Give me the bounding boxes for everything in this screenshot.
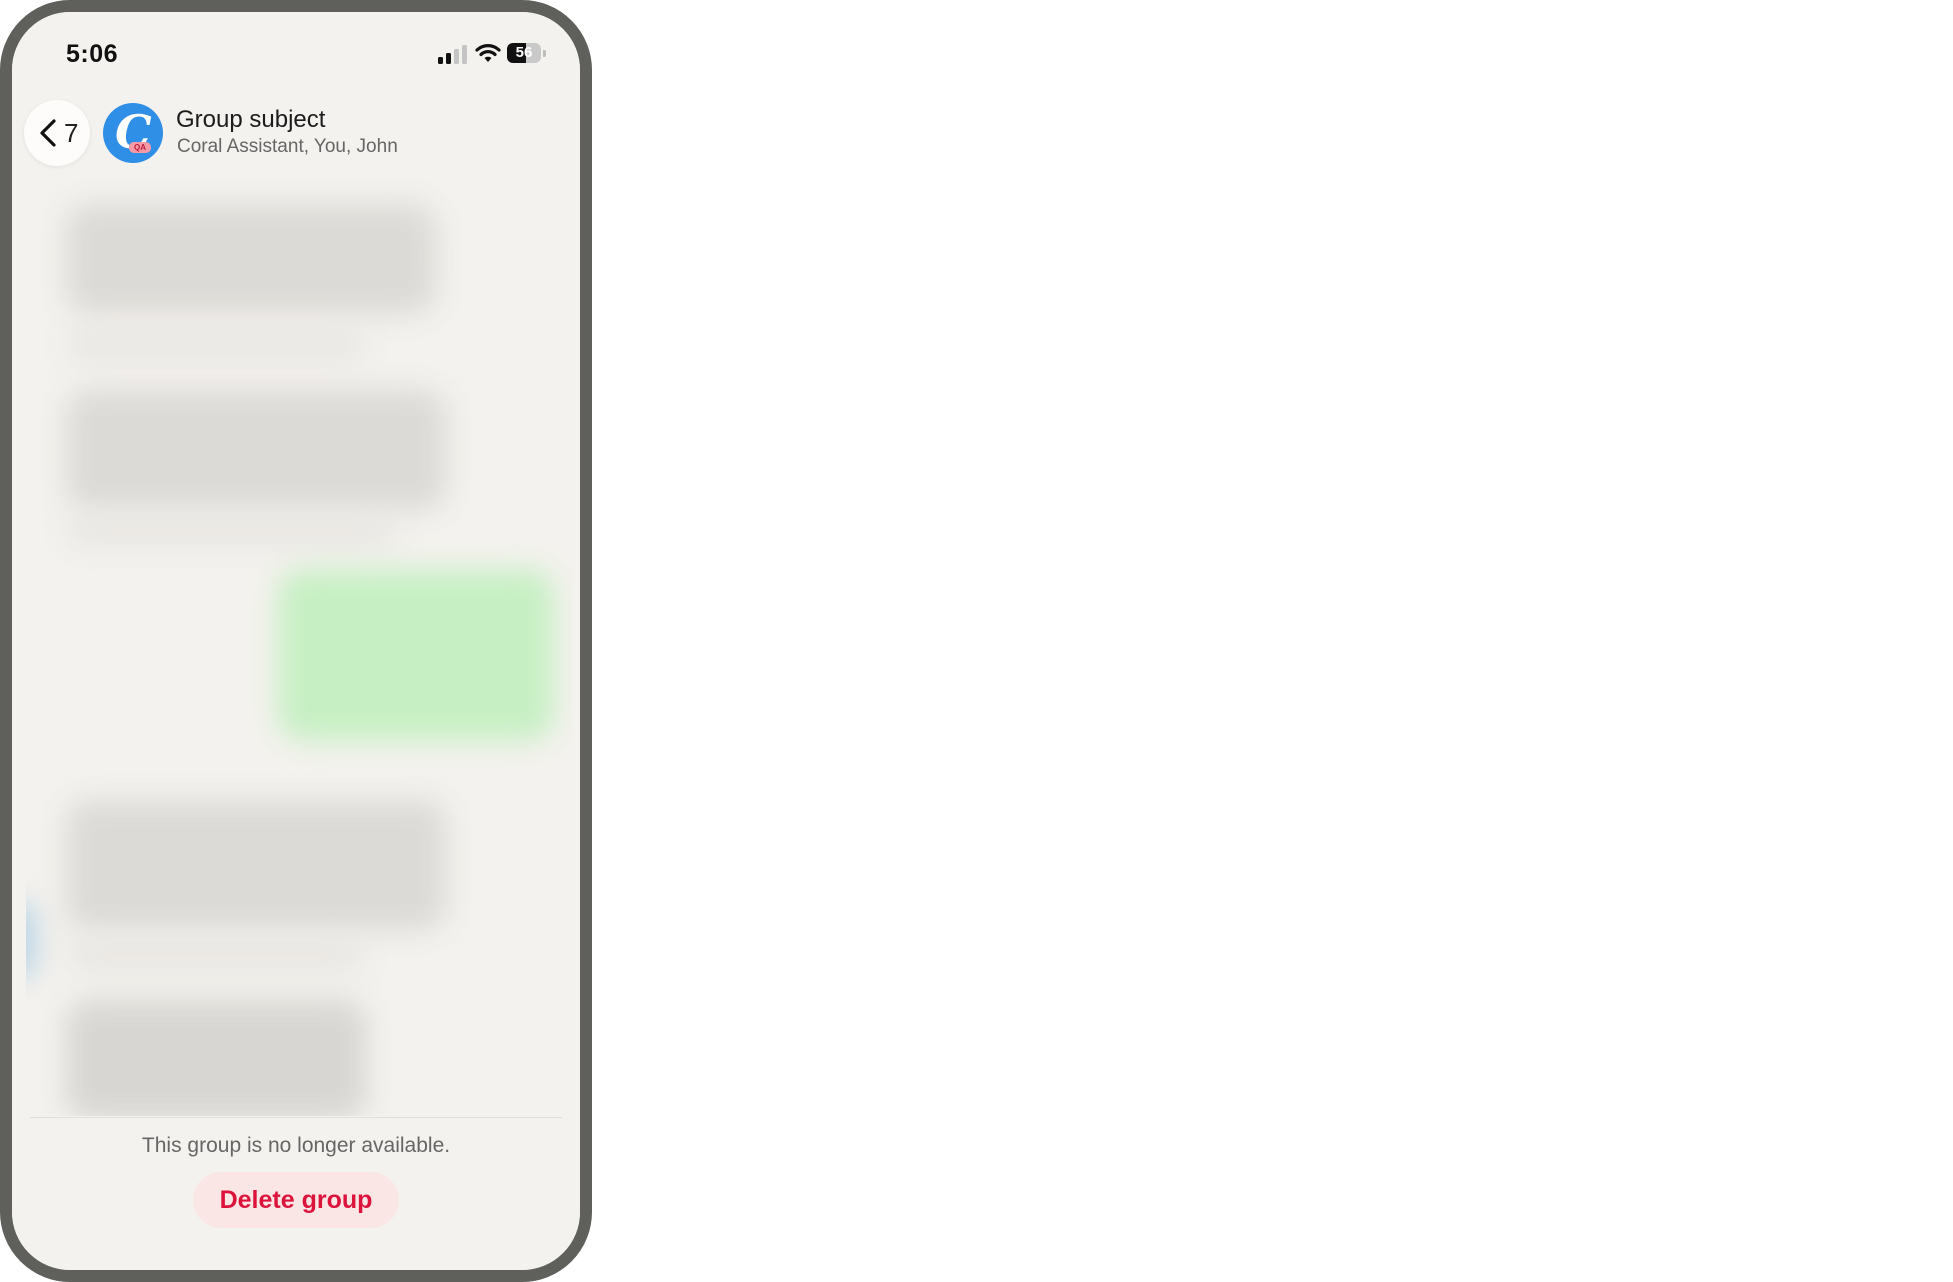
status-bar: 5:06 56	[12, 12, 580, 92]
chat-screen: 5:06 56 7 C QA Group subject Coral Assis…	[12, 12, 580, 1270]
battery-body: 56	[507, 43, 541, 63]
phone-frame: 5:06 56 7 C QA Group subject Coral Assis…	[0, 0, 592, 1282]
blurred-message	[66, 330, 366, 360]
battery-icon: 56	[507, 43, 547, 63]
group-avatar[interactable]: C QA	[103, 103, 163, 163]
blurred-message	[66, 390, 446, 510]
blurred-edge	[26, 900, 36, 980]
blurred-message	[66, 940, 366, 970]
unread-count: 7	[64, 118, 79, 148]
group-title[interactable]: Group subject	[176, 106, 325, 134]
group-members: Coral Assistant, You, John	[177, 136, 398, 157]
delete-group-button[interactable]: Delete group	[193, 1172, 399, 1228]
blurred-outgoing-message	[278, 570, 554, 740]
status-time: 5:06	[66, 40, 119, 68]
back-button[interactable]: 7	[24, 100, 90, 166]
blurred-message	[66, 204, 436, 314]
cellular-signal-icon	[438, 44, 468, 64]
group-unavailable-notice: This group is no longer available.	[141, 1134, 451, 1157]
battery-tip	[543, 50, 546, 57]
chevron-left-icon	[40, 119, 56, 147]
blurred-message	[66, 800, 446, 930]
blurred-message	[66, 516, 396, 546]
footer-divider	[30, 1117, 562, 1118]
battery-percent: 56	[515, 44, 533, 61]
wifi-icon	[475, 44, 501, 62]
avatar-badge: QA	[129, 142, 151, 153]
blurred-chat-area	[26, 180, 572, 1116]
chat-header: 7 C QA Group subject Coral Assistant, Yo…	[12, 92, 580, 180]
blurred-message	[66, 1000, 366, 1116]
